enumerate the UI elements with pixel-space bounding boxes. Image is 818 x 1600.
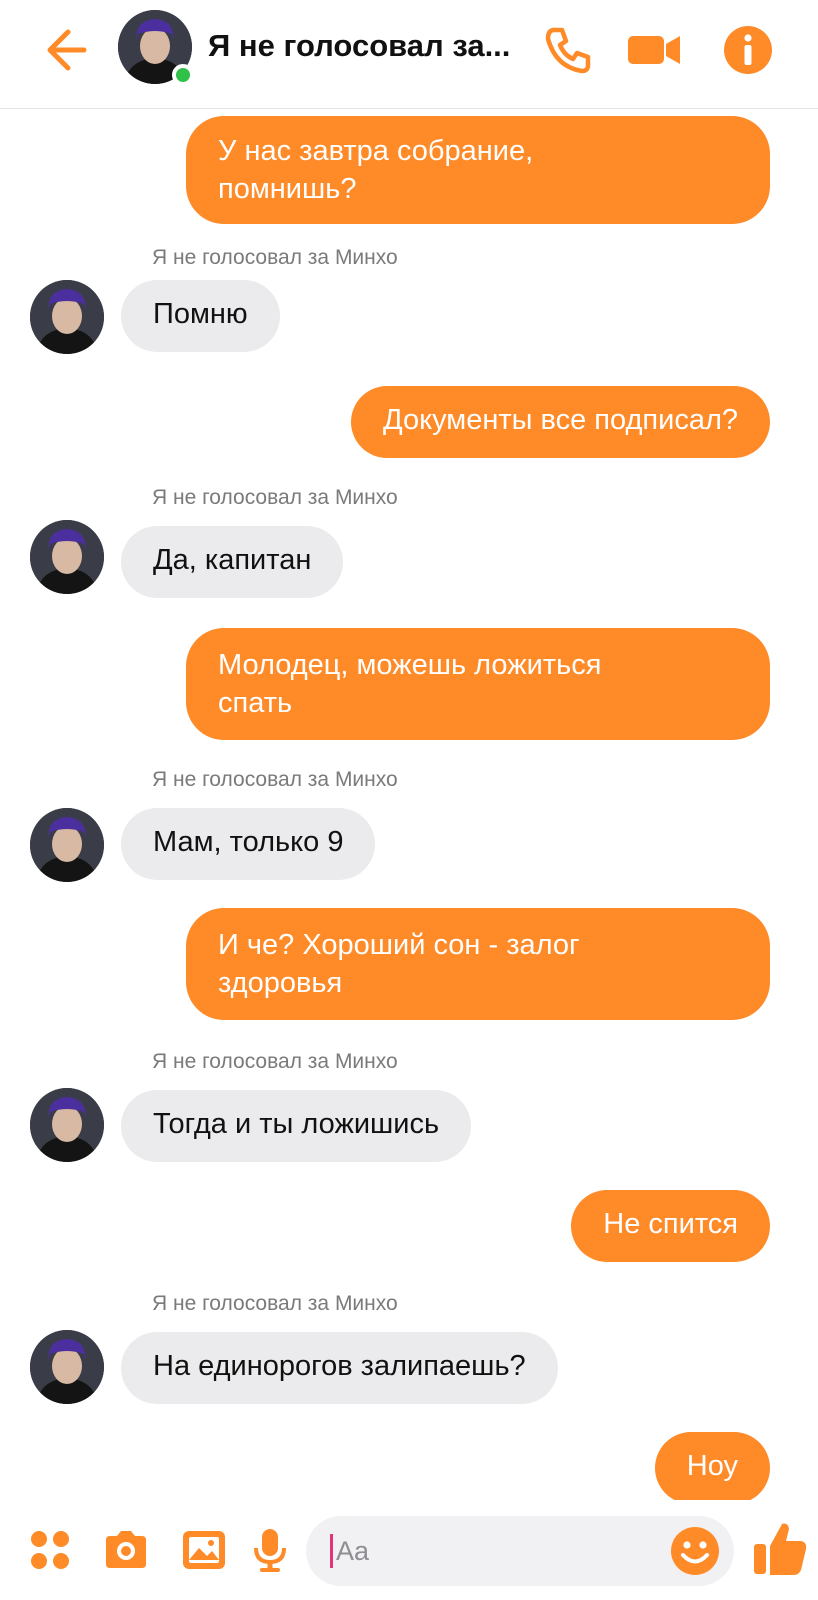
- message-text: Не спится: [603, 1208, 738, 1240]
- thumbs-up-icon[interactable]: [752, 1518, 808, 1578]
- sender-name: Я не голосовал за Минхо: [152, 1050, 398, 1073]
- message-text: И че? Хороший сон - залог здоровья: [218, 929, 580, 999]
- message-text: На единорогов залипаешь?: [153, 1350, 526, 1382]
- chat-header: Я не голосовал за...: [0, 0, 818, 109]
- contact-avatar-small[interactable]: [30, 808, 104, 882]
- microphone-icon[interactable]: [246, 1526, 294, 1574]
- chat-title[interactable]: Я не голосовал за...: [208, 26, 528, 66]
- outgoing-message[interactable]: Ноу: [654, 1432, 770, 1504]
- incoming-message[interactable]: Да, капитан: [121, 526, 344, 598]
- message-composer: Aa: [0, 1500, 818, 1600]
- camera-icon[interactable]: [102, 1526, 150, 1574]
- text-caret: [330, 1534, 333, 1568]
- outgoing-message[interactable]: Молодец, можешь ложиться спать: [186, 628, 770, 740]
- sender-name: Я не голосовал за Минхо: [152, 486, 398, 509]
- outgoing-message[interactable]: И че? Хороший сон - залог здоровья: [186, 908, 770, 1020]
- outgoing-message[interactable]: У нас завтра собрание, помнишь?: [186, 116, 770, 224]
- outgoing-message[interactable]: Не спится: [571, 1190, 770, 1262]
- message-list[interactable]: У нас завтра собрание, помнишь? Я не гол…: [0, 108, 818, 1504]
- back-arrow-icon[interactable]: [38, 22, 94, 78]
- message-text: Документы все подписал?: [382, 404, 738, 436]
- incoming-message[interactable]: На единорогов залипаешь?: [121, 1332, 558, 1404]
- contact-avatar-small[interactable]: [30, 1088, 104, 1162]
- message-text: Ноу: [686, 1450, 738, 1482]
- message-text: Тогда и ты ложишись: [153, 1108, 440, 1140]
- sender-name: Я не голосовал за Минхо: [152, 246, 398, 269]
- incoming-message[interactable]: Тогда и ты ложишись: [121, 1090, 472, 1162]
- phone-icon[interactable]: [540, 22, 596, 78]
- video-camera-icon[interactable]: [624, 22, 680, 78]
- message-text: Молодец, можешь ложиться спать: [218, 649, 602, 719]
- gallery-icon[interactable]: [180, 1526, 228, 1574]
- outgoing-message[interactable]: Документы все подписал?: [350, 386, 770, 458]
- apps-menu-icon[interactable]: [26, 1526, 74, 1574]
- contact-avatar-small[interactable]: [30, 1330, 104, 1404]
- message-text: У нас завтра собрание, помнишь?: [218, 135, 534, 205]
- message-input[interactable]: Aa: [306, 1516, 734, 1586]
- sender-name: Я не голосовал за Минхо: [152, 1292, 398, 1315]
- message-text: Мам, только 9: [153, 826, 344, 858]
- sender-name: Я не голосовал за Минхо: [152, 768, 398, 791]
- incoming-message[interactable]: Помню: [121, 280, 280, 352]
- incoming-message[interactable]: Мам, только 9: [121, 808, 376, 880]
- online-status-dot: [172, 64, 194, 86]
- message-text: Да, капитан: [153, 544, 312, 576]
- contact-avatar-small[interactable]: [30, 520, 104, 594]
- message-text: Помню: [153, 298, 248, 330]
- contact-avatar-small[interactable]: [30, 280, 104, 354]
- emoji-icon[interactable]: [668, 1524, 722, 1578]
- contact-avatar[interactable]: [118, 10, 194, 86]
- message-input-placeholder: Aa: [336, 1536, 370, 1566]
- info-icon[interactable]: [720, 22, 776, 78]
